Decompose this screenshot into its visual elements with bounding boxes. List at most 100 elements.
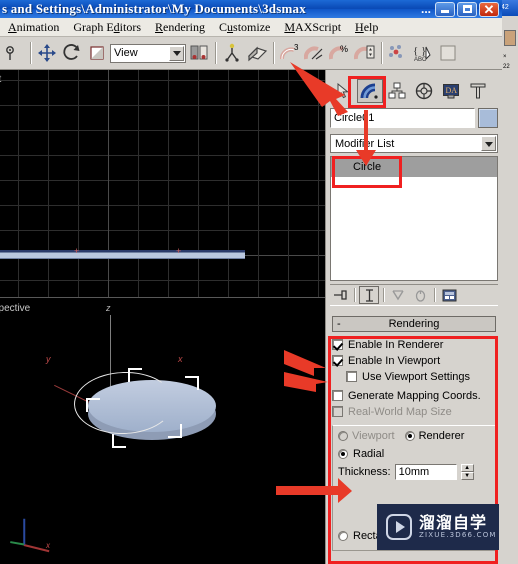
create-tab[interactable] <box>330 79 356 103</box>
configure-modifier-sets-icon[interactable] <box>439 286 459 304</box>
thickness-row: Thickness: 10mm ▲ ▼ <box>338 464 490 480</box>
gizmo-x-label: x <box>46 541 50 550</box>
viewport-area: Front <box>0 70 325 564</box>
toolbar-separator <box>273 42 274 64</box>
rectangular-radio[interactable] <box>338 530 348 541</box>
minimize-icon <box>441 10 449 13</box>
view-axis-gizmo: x <box>10 514 58 554</box>
thickness-field[interactable]: 10mm <box>394 464 457 480</box>
selection-bracket-tr <box>185 376 199 390</box>
circle-spline-front[interactable] <box>0 252 245 259</box>
thickness-spinner-up[interactable]: ▲ <box>460 464 474 472</box>
menu-item-help[interactable]: Help <box>355 20 378 35</box>
background-text-1: × <box>503 54 507 60</box>
pin-stack-icon[interactable] <box>330 286 350 304</box>
thickness-spinner-down[interactable]: ▼ <box>460 472 474 480</box>
hierarchy-tab[interactable] <box>384 79 410 103</box>
watermark: 溜溜自学 ZIXUE.3D66.COM <box>377 504 499 550</box>
svg-text:3: 3 <box>294 43 299 52</box>
utilities-tab[interactable] <box>465 79 491 103</box>
schematic-view-icon[interactable]: { } ABC <box>411 40 435 66</box>
renderer-radio[interactable] <box>404 431 415 441</box>
enable-in-renderer-checkbox[interactable] <box>332 339 343 350</box>
menu-item-customize[interactable]: Customize <box>219 20 270 35</box>
viewport-perspective[interactable]: Perspective z y x <box>0 299 325 564</box>
modifier-stack-item-circle[interactable]: Circle <box>331 157 497 177</box>
rendering-rollout-header[interactable]: - Rendering <box>332 316 496 332</box>
view-dropdown-value: View <box>114 47 138 59</box>
checkbox-row-use-viewport-settings[interactable]: Use Viewport Settings <box>332 369 496 384</box>
radial-radio[interactable] <box>338 448 348 459</box>
toolbar-separator <box>215 42 216 64</box>
radial-radio-row[interactable]: Radial <box>338 446 490 461</box>
watermark-text: 溜溜自学 ZIXUE.3D66.COM <box>419 514 497 540</box>
remove-modifier-icon[interactable] <box>410 286 430 304</box>
show-end-result-icon[interactable] <box>359 286 379 304</box>
screenshot-root: 42 × 22 s and Settings\Administrator\My … <box>0 0 518 564</box>
viewport-radio[interactable] <box>338 431 348 441</box>
use-pivot-center-icon[interactable] <box>187 40 211 66</box>
enable-in-viewport-checkbox[interactable] <box>332 355 343 366</box>
axis-z-label: z <box>106 303 111 313</box>
title-ellipsis: ... <box>420 2 431 16</box>
checkbox-row-enable-in-viewport[interactable]: Enable In Viewport <box>332 353 496 368</box>
generate-mapping-coords-checkbox[interactable] <box>332 390 343 401</box>
real-world-map-size-label: Real-World Map Size <box>348 405 452 418</box>
modifier-list-dropdown[interactable]: Modifier List <box>330 134 498 153</box>
select-and-scale-icon[interactable] <box>85 40 109 66</box>
select-and-rotate-icon[interactable] <box>60 40 84 66</box>
motion-tab[interactable] <box>411 79 437 103</box>
watermark-english: ZIXUE.3D66.COM <box>419 531 497 539</box>
window-controls: ✕ <box>435 1 502 17</box>
menu-item-rendering[interactable]: Rendering <box>155 20 205 35</box>
reference-coordinate-system-dropdown[interactable]: View <box>110 43 186 63</box>
viewport-front[interactable]: Front <box>0 70 325 298</box>
menu-item-maxscript[interactable]: MAXScript <box>284 20 341 35</box>
align-icon[interactable]: % <box>328 40 352 66</box>
use-viewport-settings-label: Use Viewport Settings <box>362 370 471 383</box>
display-tab[interactable]: DA <box>438 79 464 103</box>
object-color-swatch[interactable] <box>478 108 498 128</box>
svg-text:DA: DA <box>446 86 458 95</box>
select-and-move-icon[interactable] <box>35 40 59 66</box>
selection-bracket-bl <box>112 434 126 448</box>
watermark-chinese: 溜溜自学 <box>419 513 488 532</box>
minimize-button[interactable] <box>435 1 455 17</box>
menu-item-animation[interactable]: AAnimationnimation <box>8 20 59 35</box>
select-object-icon[interactable] <box>2 40 26 66</box>
object-name-field[interactable]: Circle01 <box>330 108 475 128</box>
modify-tab[interactable] <box>357 79 383 103</box>
mirror-icon[interactable] <box>303 40 327 66</box>
named-selection-sets-icon[interactable]: 3 <box>278 40 302 66</box>
play-button-icon <box>386 514 412 540</box>
axis-x-label: x <box>178 354 183 364</box>
select-and-manipulate-icon[interactable] <box>220 40 244 66</box>
use-viewport-settings-checkbox[interactable] <box>346 371 357 382</box>
chevron-down-icon[interactable] <box>481 136 496 151</box>
checkbox-row-enable-in-renderer[interactable]: Enable In Renderer <box>332 337 496 352</box>
renderer-radio-label: Renderer <box>418 430 465 442</box>
toolbar-separator <box>30 42 31 64</box>
maximize-button[interactable] <box>457 1 477 17</box>
background-window-body: × 22 <box>502 16 518 564</box>
circle-object-perspective[interactable]: y x <box>46 354 240 472</box>
object-name-row: Circle01 <box>330 108 498 128</box>
checkbox-row-real-world-map-size: Real-World Map Size <box>332 404 496 419</box>
max-main-window: s and Settings\Administrator\My Document… <box>0 0 502 564</box>
selection-bracket-tl <box>128 368 142 382</box>
snaps-toggle-icon[interactable] <box>245 40 269 66</box>
svg-text:%: % <box>340 44 348 54</box>
curve-editor-icon[interactable] <box>386 40 410 66</box>
close-button[interactable]: ✕ <box>479 1 499 17</box>
make-unique-icon[interactable] <box>388 286 408 304</box>
rollout-collapse-icon[interactable]: - <box>337 318 341 331</box>
material-editor-icon[interactable] <box>436 40 460 66</box>
menu-bar: AAnimationnimation Graph Editors Renderi… <box>0 18 502 37</box>
svg-text:{ }: { } <box>413 45 426 57</box>
modifier-stack[interactable]: Circle <box>330 156 498 281</box>
chevron-down-icon[interactable] <box>169 45 184 61</box>
layer-manager-icon[interactable] <box>353 40 377 66</box>
menu-item-graph-editors[interactable]: Graph Editors <box>73 20 141 35</box>
checkbox-row-generate-mapping-coords[interactable]: Generate Mapping Coords. <box>332 388 496 403</box>
thickness-spinner[interactable]: ▲ ▼ <box>460 464 474 480</box>
